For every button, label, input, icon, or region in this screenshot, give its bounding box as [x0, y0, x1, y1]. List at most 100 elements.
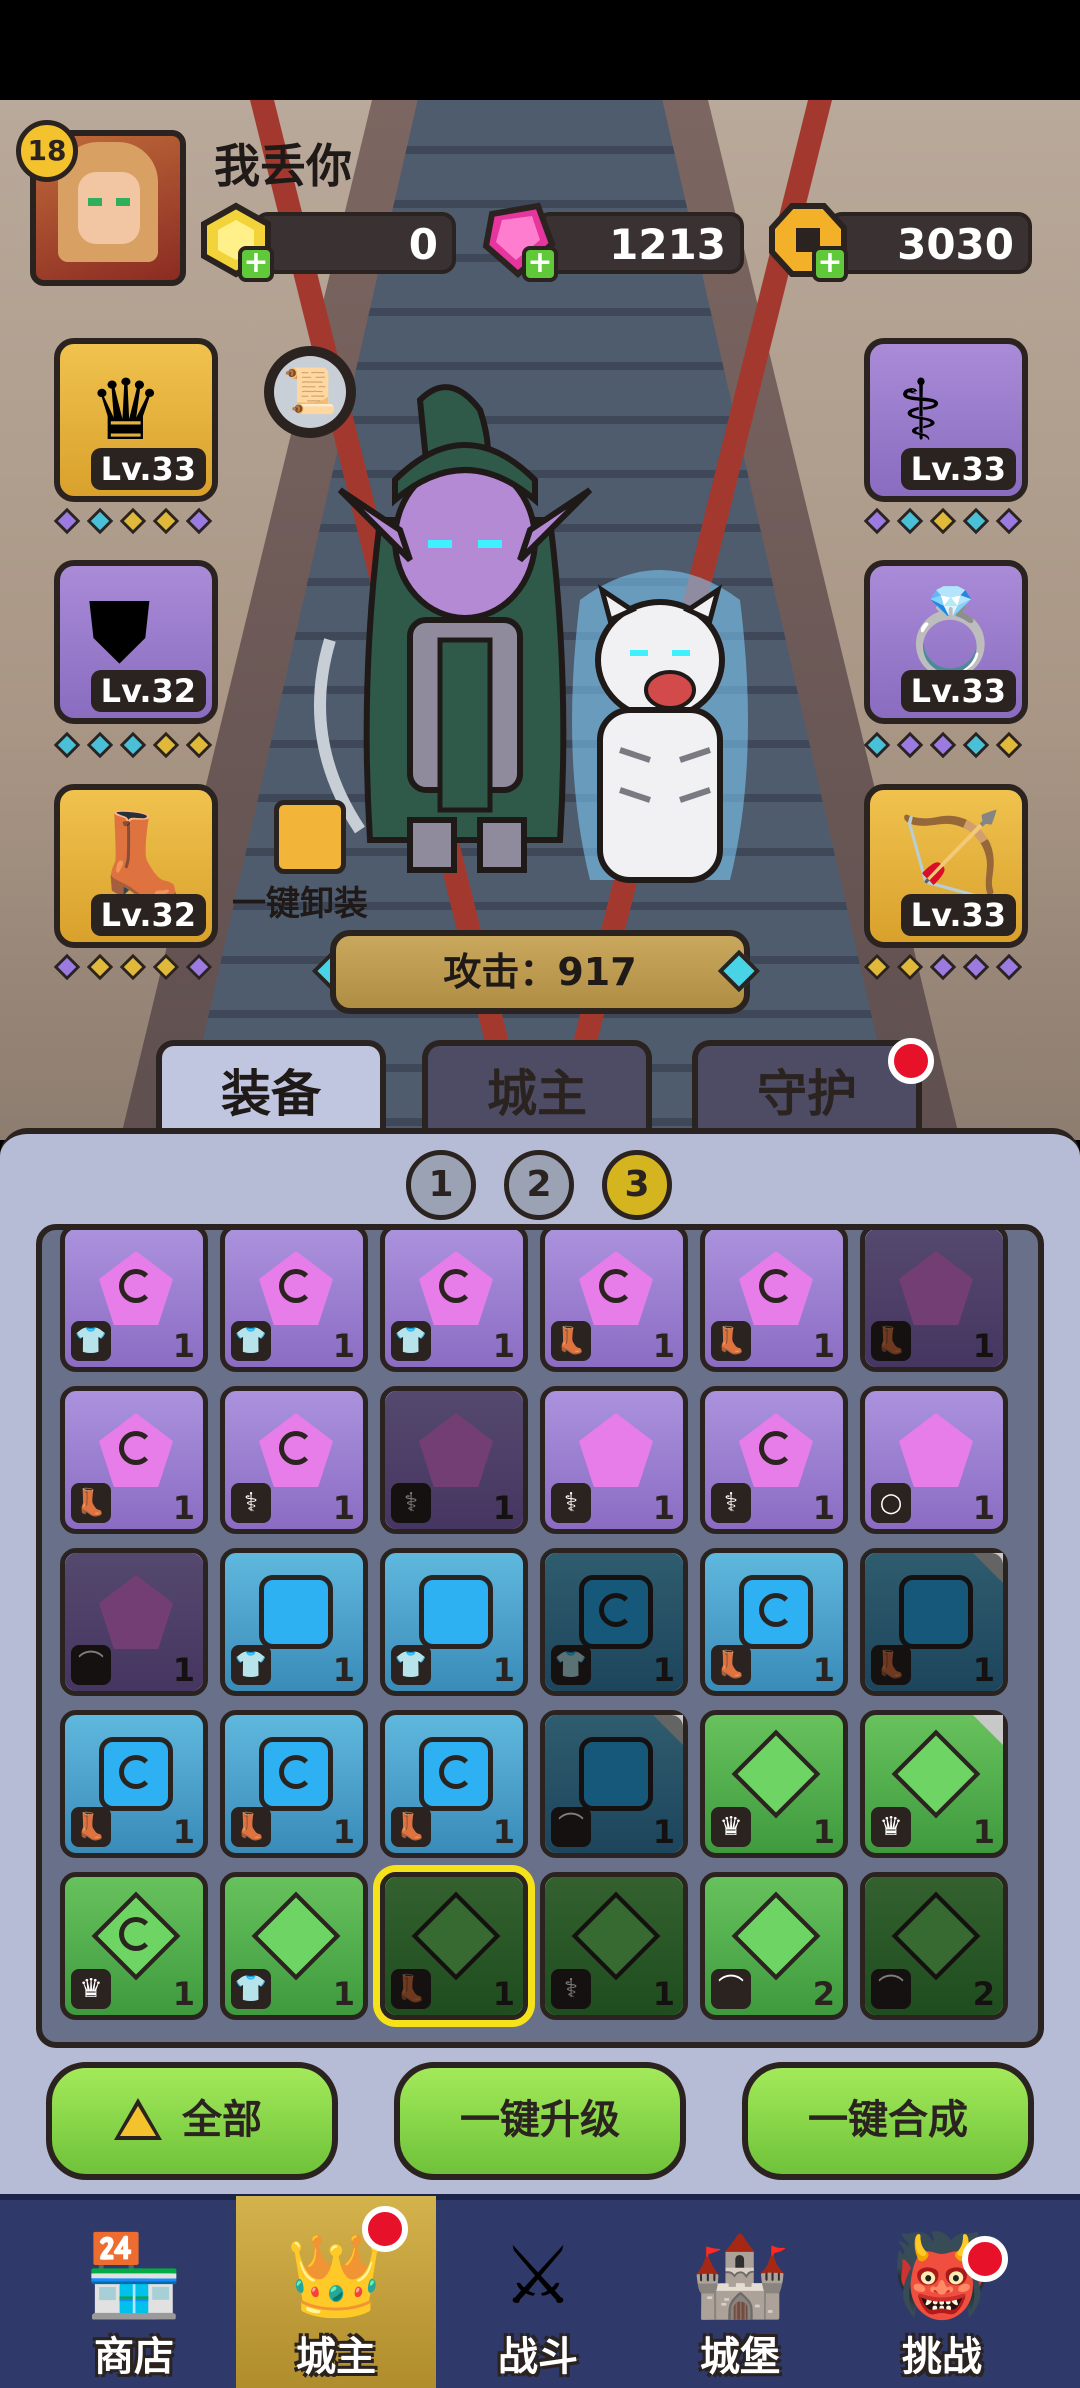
gem-count: 1 [492, 1651, 515, 1689]
pink-gem-value: 1213 [609, 220, 726, 269]
inventory-gem-cell[interactable]: ⌒ 2 [700, 1872, 848, 2020]
inventory-gem-cell[interactable]: 👕 1 [380, 1230, 528, 1372]
inventory-gem-cell[interactable]: 👢 1 [860, 1230, 1008, 1372]
swirl-icon [119, 1269, 153, 1303]
nav-battle-label: 战斗 [498, 2334, 578, 2380]
inventory-gem-cell[interactable]: ⌒ 1 [540, 1710, 688, 1858]
corner-tag-icon [973, 1715, 1003, 1745]
attack-power-label: 攻击：917 [443, 950, 637, 994]
gem-socket [896, 731, 924, 759]
staff-icon: ⚕ [898, 361, 944, 459]
crown-icon: ♛ [88, 361, 164, 459]
nav-battle[interactable]: ⚔ 战斗 [438, 2196, 638, 2388]
gem-sockets [53, 731, 213, 759]
gem-socket [86, 953, 114, 981]
inventory-gem-cell[interactable]: ⌒ 2 [860, 1872, 1008, 2020]
inventory-gem-cell[interactable]: ⌒ 1 [60, 1548, 208, 1696]
player-name: 我丢你 [214, 139, 352, 193]
swirl-icon [119, 1917, 153, 1951]
add-gold-ingot-button[interactable]: + [238, 246, 274, 282]
inventory-gem-cell[interactable]: ⚕ 1 [700, 1386, 848, 1534]
nav-shop[interactable]: 🏪 商店 [34, 2196, 234, 2388]
inventory-gem-cell[interactable]: 👕 1 [380, 1548, 528, 1696]
inventory-gem-cell[interactable]: 👢 1 [700, 1230, 848, 1372]
inventory-gem-cell[interactable]: 👕 1 [60, 1230, 208, 1372]
inventory-gem-cell[interactable]: ⚕ 1 [380, 1386, 528, 1534]
inventory-gem-cell[interactable]: ⚕ 1 [540, 1872, 688, 2020]
purple-gem-icon [99, 1575, 173, 1649]
add-coin-button[interactable]: + [812, 246, 848, 282]
gem-count: 1 [332, 1489, 355, 1527]
equip-slot-boots[interactable]: 👢 Lv.32 [54, 784, 218, 948]
gem-socket [929, 731, 957, 759]
gem-socket [152, 731, 180, 759]
gem-socket [119, 507, 147, 535]
equip-slot-ring[interactable]: 💍 Lv.33 [864, 560, 1028, 724]
notification-dot [962, 2236, 1008, 2282]
gem-count: 1 [332, 1327, 355, 1365]
inventory-gem-cell[interactable]: 👢 1 [380, 1710, 528, 1858]
compose-all-button[interactable]: 一键合成 [742, 2062, 1034, 2180]
inventory-gem-cell[interactable]: ♛ 1 [60, 1872, 208, 2020]
equip-slot-bow[interactable]: 🏹 Lv.33 [864, 784, 1028, 948]
inventory-gem-cell[interactable]: ♛ 1 [860, 1710, 1008, 1858]
gem-socket [863, 507, 891, 535]
staff-icon: ⚕ [391, 1483, 431, 1523]
unequip-all-button[interactable]: 一键卸装 [232, 800, 392, 924]
inventory-gem-cell[interactable]: 👕 1 [220, 1872, 368, 2020]
page-button-1[interactable]: 1 [406, 1150, 476, 1220]
inventory-gem-cell[interactable]: 👢 1 [220, 1710, 368, 1858]
inventory-gem-cell[interactable]: ○ 1 [860, 1386, 1008, 1534]
inventory-gem-cell[interactable]: ♛ 1 [700, 1710, 848, 1858]
gem-socket [53, 953, 81, 981]
upgrade-all-button[interactable]: 一键升级 [394, 2062, 686, 2180]
corner-tag-icon [653, 1715, 683, 1745]
boot-icon: 👢 [711, 1645, 751, 1685]
page-button-2[interactable]: 2 [504, 1150, 574, 1220]
avatar-face [78, 172, 140, 244]
gem-count: 1 [332, 1813, 355, 1851]
shop-icon: 🏪 [84, 2229, 184, 2322]
staff-icon: ⚕ [231, 1483, 271, 1523]
inventory-gem-cell[interactable]: 👢 1 [540, 1230, 688, 1372]
inventory-gem-cell[interactable]: 👢 1 [60, 1710, 208, 1858]
boot-icon: 👢 [391, 1969, 431, 2009]
filter-all-button[interactable]: 全部 [46, 2062, 338, 2180]
gem-socket [152, 953, 180, 981]
nav-castle[interactable]: 🏰 城堡 [640, 2196, 840, 2388]
corner-tag-icon [973, 1553, 1003, 1583]
gem-sockets [863, 507, 1023, 535]
inventory-gem-cell[interactable]: ⚕ 1 [220, 1386, 368, 1534]
gem-socket [962, 731, 990, 759]
gem-count: 1 [332, 1651, 355, 1689]
equip-slot-crown[interactable]: ♛ Lv.33 [54, 338, 218, 502]
gem-socket [863, 731, 891, 759]
add-pink-gem-button[interactable]: + [522, 246, 558, 282]
inventory-gem-cell[interactable]: 👕 1 [540, 1548, 688, 1696]
inventory-gem-cell[interactable]: 👕 1 [220, 1548, 368, 1696]
green-gem-icon [731, 1891, 821, 1981]
notification-dot [362, 2206, 408, 2252]
gem-count: 1 [332, 1975, 355, 2013]
green-gem-icon [571, 1891, 661, 1981]
inventory-gem-cell[interactable]: 👢 1 [380, 1872, 528, 2020]
inventory-gem-cell[interactable]: ⚕ 1 [540, 1386, 688, 1534]
inventory-gem-cell[interactable]: 👢 1 [700, 1548, 848, 1696]
equip-level: Lv.33 [900, 670, 1016, 712]
equip-slot-armor[interactable]: ⛊ Lv.32 [54, 560, 218, 724]
inventory-gem-cell[interactable]: 👢 1 [60, 1386, 208, 1534]
nav-challenge[interactable]: 👹 挑战 [842, 2196, 1042, 2388]
blue-gem-icon [579, 1737, 653, 1811]
gem-socket [119, 953, 147, 981]
inventory-gem-cell[interactable]: 👕 1 [220, 1230, 368, 1372]
inventory-gem-cell[interactable]: 👢 1 [860, 1548, 1008, 1696]
equip-slot-staff[interactable]: ⚕ Lv.33 [864, 338, 1028, 502]
equip-level: Lv.32 [90, 894, 206, 936]
swirl-icon [279, 1269, 313, 1303]
gem-socket [152, 507, 180, 535]
gem-socket [962, 953, 990, 981]
page-button-3[interactable]: 3 [602, 1150, 672, 1220]
green-gem-icon [251, 1891, 341, 1981]
gem-socket [185, 953, 213, 981]
nav-lord-label: 城主 [296, 2334, 376, 2380]
